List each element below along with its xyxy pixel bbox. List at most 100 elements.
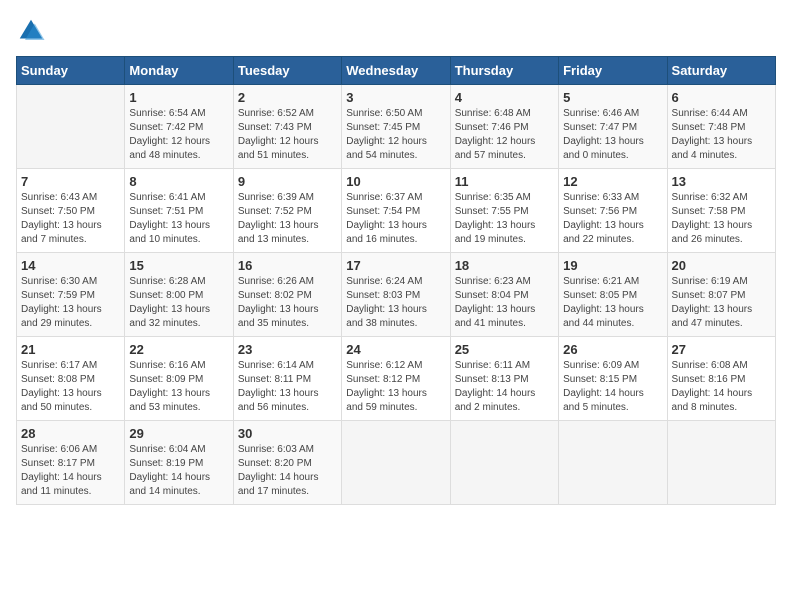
calendar-cell: 21Sunrise: 6:17 AM Sunset: 8:08 PM Dayli… [17, 337, 125, 421]
day-info: Sunrise: 6:24 AM Sunset: 8:03 PM Dayligh… [346, 275, 445, 331]
calendar-cell: 6 Sunrise: 6:44 AM Sunset: 7:48 PM Daylig… [667, 85, 775, 169]
header-day-thursday: Thursday [450, 57, 558, 85]
day-info: Sunrise: 6:28 AM Sunset: 8:00 PM Dayligh… [129, 275, 228, 331]
header-day-tuesday: Tuesday [233, 57, 341, 85]
day-info: Sunrise: 6:08 AM Sunset: 8:16 PM Dayligh… [672, 359, 771, 415]
calendar-cell: 3Sunrise: 6:50 AM Sunset: 7:45 PM Daylig… [342, 85, 450, 169]
calendar-cell: 11 Sunrise: 6:35 AM Sunset: 7:55 PM Dayli… [450, 169, 558, 253]
calendar-cell: 24 Sunrise: 6:12 AM Sunset: 8:12 PM Dayli… [342, 337, 450, 421]
calendar-week-1: 7 Sunrise: 6:43 AM Sunset: 7:50 PM Daylig… [17, 169, 776, 253]
day-number: 2 [238, 90, 337, 105]
calendar-cell: 4 Sunrise: 6:48 AM Sunset: 7:46 PM Daylig… [450, 85, 558, 169]
day-number: 11 [455, 174, 554, 189]
day-info: Sunrise: 6:06 AM Sunset: 8:17 PM Dayligh… [21, 443, 120, 499]
page-header [16, 16, 776, 46]
calendar-week-0: 1 Sunrise: 6:54 AM Sunset: 7:42 PM Daylig… [17, 85, 776, 169]
calendar-cell: 1 Sunrise: 6:54 AM Sunset: 7:42 PM Daylig… [125, 85, 233, 169]
calendar-cell: 17 Sunrise: 6:24 AM Sunset: 8:03 PM Dayli… [342, 253, 450, 337]
calendar-cell: 29 Sunrise: 6:04 AM Sunset: 8:19 PM Dayli… [125, 421, 233, 505]
day-info: Sunrise: 6:26 AM Sunset: 8:02 PM Dayligh… [238, 275, 337, 331]
calendar-cell [559, 421, 667, 505]
day-info: Sunrise: 6:32 AM Sunset: 7:58 PM Dayligh… [672, 191, 771, 247]
header-row: SundayMondayTuesdayWednesdayThursdayFrid… [17, 57, 776, 85]
calendar-cell: 15 Sunrise: 6:28 AM Sunset: 8:00 PM Dayli… [125, 253, 233, 337]
day-number: 9 [238, 174, 337, 189]
day-number: 14 [21, 258, 120, 273]
day-number: 4 [455, 90, 554, 105]
day-info: Sunrise: 6:11 AM Sunset: 8:13 PM Dayligh… [455, 359, 554, 415]
day-number: 19 [563, 258, 662, 273]
day-number: 1 [129, 90, 228, 105]
header-day-wednesday: Wednesday [342, 57, 450, 85]
day-number: 26 [563, 342, 662, 357]
day-info: Sunrise: 6:16 AM Sunset: 8:09 PM Dayligh… [129, 359, 228, 415]
day-info: Sunrise: 6:54 AM Sunset: 7:42 PM Dayligh… [129, 107, 228, 163]
header-day-monday: Monday [125, 57, 233, 85]
calendar-cell: 2 Sunrise: 6:52 AM Sunset: 7:43 PM Daylig… [233, 85, 341, 169]
calendar-cell: 23 Sunrise: 6:14 AM Sunset: 8:11 PM Dayli… [233, 337, 341, 421]
calendar-cell: 9 Sunrise: 6:39 AM Sunset: 7:52 PM Daylig… [233, 169, 341, 253]
logo [16, 16, 52, 46]
calendar-cell: 20Sunrise: 6:19 AM Sunset: 8:07 PM Dayli… [667, 253, 775, 337]
day-number: 12 [563, 174, 662, 189]
calendar-cell: 19 Sunrise: 6:21 AM Sunset: 8:05 PM Dayli… [559, 253, 667, 337]
day-info: Sunrise: 6:03 AM Sunset: 8:20 PM Dayligh… [238, 443, 337, 499]
calendar-cell: 8 Sunrise: 6:41 AM Sunset: 7:51 PM Daylig… [125, 169, 233, 253]
calendar-cell: 10 Sunrise: 6:37 AM Sunset: 7:54 PM Dayli… [342, 169, 450, 253]
day-info: Sunrise: 6:48 AM Sunset: 7:46 PM Dayligh… [455, 107, 554, 163]
calendar-cell: 28 Sunrise: 6:06 AM Sunset: 8:17 PM Dayli… [17, 421, 125, 505]
day-number: 8 [129, 174, 228, 189]
day-number: 23 [238, 342, 337, 357]
calendar-cell: 16 Sunrise: 6:26 AM Sunset: 8:02 PM Dayli… [233, 253, 341, 337]
day-number: 27 [672, 342, 771, 357]
day-number: 29 [129, 426, 228, 441]
day-number: 24 [346, 342, 445, 357]
calendar-header: SundayMondayTuesdayWednesdayThursdayFrid… [17, 57, 776, 85]
calendar-body: 1 Sunrise: 6:54 AM Sunset: 7:42 PM Daylig… [17, 85, 776, 505]
day-info: Sunrise: 6:09 AM Sunset: 8:15 PM Dayligh… [563, 359, 662, 415]
day-info: Sunrise: 6:30 AM Sunset: 7:59 PM Dayligh… [21, 275, 120, 331]
logo-icon [16, 16, 46, 46]
day-number: 5 [563, 90, 662, 105]
calendar-week-4: 28 Sunrise: 6:06 AM Sunset: 8:17 PM Dayli… [17, 421, 776, 505]
calendar-cell: 26 Sunrise: 6:09 AM Sunset: 8:15 PM Dayli… [559, 337, 667, 421]
day-info: Sunrise: 6:44 AM Sunset: 7:48 PM Dayligh… [672, 107, 771, 163]
day-number: 17 [346, 258, 445, 273]
day-info: Sunrise: 6:33 AM Sunset: 7:56 PM Dayligh… [563, 191, 662, 247]
day-number: 30 [238, 426, 337, 441]
day-info: Sunrise: 6:35 AM Sunset: 7:55 PM Dayligh… [455, 191, 554, 247]
calendar-cell [342, 421, 450, 505]
day-info: Sunrise: 6:04 AM Sunset: 8:19 PM Dayligh… [129, 443, 228, 499]
day-number: 18 [455, 258, 554, 273]
day-info: Sunrise: 6:21 AM Sunset: 8:05 PM Dayligh… [563, 275, 662, 331]
calendar-cell [667, 421, 775, 505]
calendar-cell: 7 Sunrise: 6:43 AM Sunset: 7:50 PM Daylig… [17, 169, 125, 253]
day-number: 22 [129, 342, 228, 357]
header-day-friday: Friday [559, 57, 667, 85]
day-info: Sunrise: 6:52 AM Sunset: 7:43 PM Dayligh… [238, 107, 337, 163]
calendar-cell: 25 Sunrise: 6:11 AM Sunset: 8:13 PM Dayli… [450, 337, 558, 421]
calendar-cell: 12 Sunrise: 6:33 AM Sunset: 7:56 PM Dayli… [559, 169, 667, 253]
day-number: 13 [672, 174, 771, 189]
day-number: 3 [346, 90, 445, 105]
day-number: 10 [346, 174, 445, 189]
day-number: 16 [238, 258, 337, 273]
day-info: Sunrise: 6:41 AM Sunset: 7:51 PM Dayligh… [129, 191, 228, 247]
day-info: Sunrise: 6:14 AM Sunset: 8:11 PM Dayligh… [238, 359, 337, 415]
calendar-week-3: 21Sunrise: 6:17 AM Sunset: 8:08 PM Dayli… [17, 337, 776, 421]
day-number: 25 [455, 342, 554, 357]
day-info: Sunrise: 6:39 AM Sunset: 7:52 PM Dayligh… [238, 191, 337, 247]
day-info: Sunrise: 6:12 AM Sunset: 8:12 PM Dayligh… [346, 359, 445, 415]
day-number: 6 [672, 90, 771, 105]
calendar-cell: 27 Sunrise: 6:08 AM Sunset: 8:16 PM Dayli… [667, 337, 775, 421]
calendar-cell: 18Sunrise: 6:23 AM Sunset: 8:04 PM Dayli… [450, 253, 558, 337]
day-info: Sunrise: 6:37 AM Sunset: 7:54 PM Dayligh… [346, 191, 445, 247]
calendar-cell [17, 85, 125, 169]
calendar-week-2: 14 Sunrise: 6:30 AM Sunset: 7:59 PM Dayli… [17, 253, 776, 337]
day-number: 7 [21, 174, 120, 189]
calendar-cell: 13 Sunrise: 6:32 AM Sunset: 7:58 PM Dayli… [667, 169, 775, 253]
day-number: 28 [21, 426, 120, 441]
day-info: Sunrise: 6:43 AM Sunset: 7:50 PM Dayligh… [21, 191, 120, 247]
day-info: Sunrise: 6:46 AM Sunset: 7:47 PM Dayligh… [563, 107, 662, 163]
day-number: 15 [129, 258, 228, 273]
